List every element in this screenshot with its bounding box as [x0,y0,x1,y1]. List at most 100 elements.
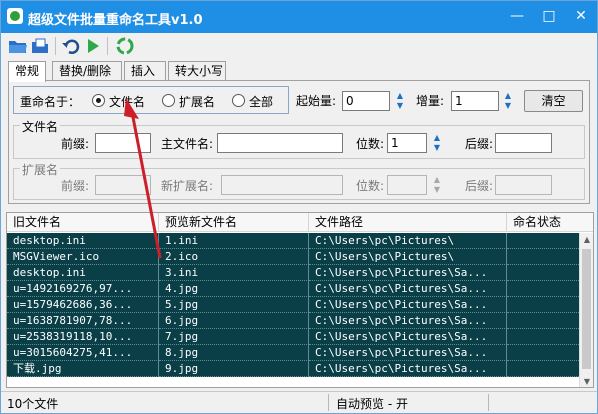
table-row[interactable]: desktop.ini 1.ini C:\Users\pc\Pictures\ [7,233,581,249]
col-path[interactable]: 文件路径 [309,213,507,232]
increment-input[interactable]: 1 [451,91,499,111]
rename-target-box: 重命名于： 文件名 扩展名 全部 [13,86,289,114]
radio-all-label[interactable]: 全部 [249,93,273,110]
table-row[interactable]: 下载.jpg 9.jpg C:\Users\pc\Pictures\Sa... [7,361,581,377]
extension-group-title: 扩展名 [20,161,61,178]
status-cell [507,281,581,297]
preview-name-cell: 1.ini [159,233,309,249]
ext-prefix-label: 前缀: [61,179,90,193]
rename-target-label: 重命名于： [20,95,81,109]
table-row[interactable]: u=1579462686,36... 5.jpg C:\Users\pc\Pictu… [7,297,581,313]
col-preview-name[interactable]: 预览新文件名 [159,213,309,232]
col-old-name[interactable]: 旧文件名 [7,213,159,232]
radio-filename-label[interactable]: 文件名 [109,93,145,110]
path-cell: C:\Users\pc\Pictures\Sa... [309,329,507,345]
main-name-input[interactable] [217,133,343,153]
minimize-icon[interactable]: — [501,1,533,31]
increment-label: 增量: [416,94,445,108]
old-name-cell: u=2538319118,10... [7,329,159,345]
window-title: 超级文件批量重命名工具v1.0 [28,13,203,28]
path-cell: C:\Users\pc\Pictures\Sa... [309,345,507,361]
scroll-thumb[interactable] [582,249,591,369]
old-name-cell: u=3015604275,41... [7,345,159,361]
table-row[interactable]: MSGViewer.ico 2.ico C:\Users\pc\Pictures\ [7,249,581,265]
preview-name-cell: 8.jpg [159,345,309,361]
start-input[interactable]: 0 [342,91,390,111]
status-cell [507,265,581,281]
status-cell [507,249,581,265]
open-files-icon[interactable] [30,37,50,55]
preview-name-cell: 3.ini [159,265,309,281]
table-row[interactable]: u=2538319118,10... 7.jpg C:\Users\pc\Pictu… [7,329,581,345]
radio-extension[interactable] [162,94,175,107]
start-label: 起始量: [296,94,337,108]
ext-prefix-input [95,175,151,195]
old-name-cell: u=1492169276,97... [7,281,159,297]
table-scrollbar[interactable]: ▲ ▼ [579,233,593,387]
prefix-input[interactable] [95,133,151,153]
suffix-input[interactable] [495,133,552,153]
recycle-icon[interactable] [115,37,135,55]
file-count: 10个文件 [7,397,59,411]
ext-digits-label: 位数: [356,179,385,193]
new-ext-label: 新扩展名: [161,179,214,193]
tab-general[interactable]: 常规 [8,61,46,82]
path-cell: C:\Users\pc\Pictures\Sa... [309,297,507,313]
status-cell [507,329,581,345]
suffix-label: 后缀: [465,137,494,151]
col-status[interactable]: 命名状态 [507,213,593,232]
general-panel: 重命名于： 文件名 扩展名 全部 起始量: 0 ▲ ▼ 增量: 1 ▲ ▼ 清空 文… [8,80,590,204]
old-name-cell: MSGViewer.ico [7,249,159,265]
ext-digits-spinner: ▲ ▼ [433,175,441,194]
digits-label: 位数: [356,137,385,151]
table-row[interactable]: desktop.ini 3.ini C:\Users\pc\Pictures\Sa.… [7,265,581,281]
scroll-down-icon[interactable]: ▼ [580,375,593,387]
clear-button[interactable]: 清空 [524,90,583,112]
digits-input[interactable]: 1 [387,133,427,153]
table-row[interactable]: u=1638781907,78... 6.jpg C:\Users\pc\Pictu… [7,313,581,329]
preview-name-cell: 4.jpg [159,281,309,297]
prefix-label: 前缀: [61,137,90,151]
close-icon[interactable]: ✕ [565,1,597,31]
title-bar: 超级文件批量重命名工具v1.0 — □ ✕ [1,1,597,33]
old-name-cell: u=1579462686,36... [7,297,159,313]
app-window: 超级文件批量重命名工具v1.0 — □ ✕ 常规 替换/删除 插入 转大小写 重… [0,0,598,414]
maximize-icon[interactable]: □ [533,1,565,31]
status-divider [488,394,489,411]
path-cell: C:\Users\pc\Pictures\Sa... [309,361,507,377]
preview-name-cell: 9.jpg [159,361,309,377]
app-logo-icon [7,8,23,24]
run-icon[interactable] [83,37,103,55]
digits-spinner[interactable]: ▲ ▼ [430,133,444,153]
status-cell [507,233,581,249]
status-bar: 10个文件 自动预览 - 开 [1,391,597,413]
radio-extension-label[interactable]: 扩展名 [179,93,215,110]
scroll-up-icon[interactable]: ▲ [580,233,593,247]
table-row[interactable]: u=1492169276,97... 4.jpg C:\Users\pc\Pictu… [7,281,581,297]
status-cell [507,361,581,377]
increment-spinner[interactable]: ▲ ▼ [501,91,515,111]
toolbar-divider [107,37,108,55]
table-row[interactable]: u=3015604275,41... 8.jpg C:\Users\pc\Pictu… [7,345,581,361]
old-name-cell: desktop.ini [7,233,159,249]
extension-group: 扩展名 前缀: 新扩展名: 位数: ▲ ▼ 后缀: [13,161,585,200]
status-cell [507,313,581,329]
open-folder-icon[interactable] [8,37,28,55]
preview-name-cell: 7.jpg [159,329,309,345]
undo-icon[interactable] [61,37,81,55]
old-name-cell: 下载.jpg [7,361,159,377]
tab-case[interactable]: 转大小写 [168,61,226,81]
table-header: 旧文件名 预览新文件名 文件路径 命名状态 [7,213,593,232]
status-divider [328,394,329,411]
status-cell [507,297,581,313]
radio-filename[interactable] [92,94,105,107]
radio-all[interactable] [232,94,245,107]
preview-name-cell: 5.jpg [159,297,309,313]
start-spinner[interactable]: ▲ ▼ [393,91,407,111]
tab-replace-delete[interactable]: 替换/删除 [52,61,122,81]
toolbar [1,33,597,59]
path-cell: C:\Users\pc\Pictures\Sa... [309,265,507,281]
filename-group-title: 文件名 [20,118,61,135]
filename-group: 文件名 前缀: 主文件名: 位数: 1 ▲ ▼ 后缀: [13,118,585,159]
tab-insert[interactable]: 插入 [124,61,166,81]
